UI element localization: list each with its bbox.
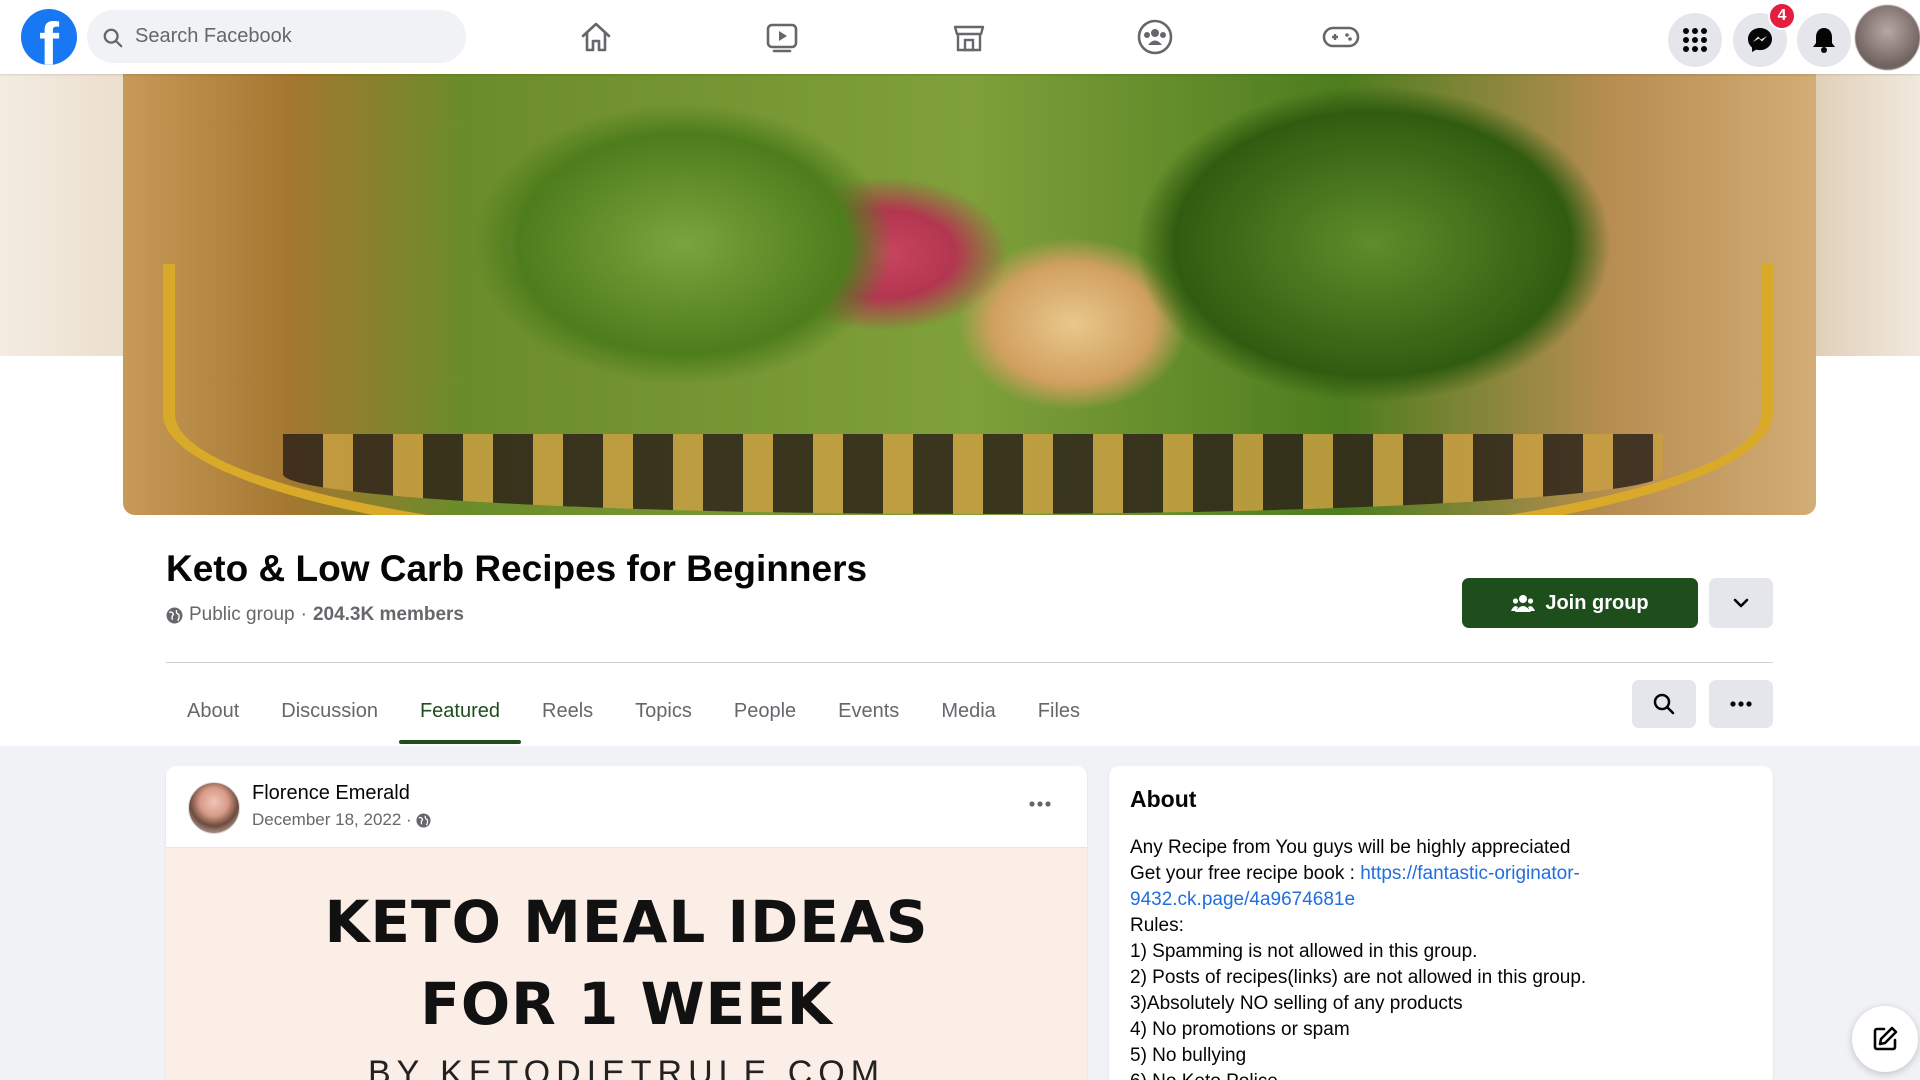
globe-icon bbox=[166, 607, 183, 623]
nav-tab-marketplace[interactable] bbox=[909, 10, 1029, 64]
tab-media[interactable]: Media bbox=[920, 676, 1016, 746]
rules-heading: Rules: bbox=[1130, 915, 1184, 936]
join-group-icon bbox=[1511, 595, 1536, 612]
search-box[interactable] bbox=[87, 10, 466, 63]
home-icon bbox=[581, 22, 611, 52]
facebook-logo[interactable]: f bbox=[21, 9, 77, 65]
post-image[interactable]: KETO MEAL IDEAS FOR 1 WEEK BY KETODIETRU… bbox=[166, 847, 1087, 1080]
rule-item: 1) Spamming is not allowed in this group… bbox=[1130, 941, 1478, 962]
about-card: About Any Recipe from You guys will be h… bbox=[1109, 766, 1773, 1080]
about-body: Any Recipe from You guys will be highly … bbox=[1130, 835, 1750, 1080]
join-group-label: Join group bbox=[1545, 591, 1649, 614]
group-privacy[interactable]: Public group bbox=[189, 604, 295, 626]
post-date: December 18, 2022 · bbox=[252, 810, 431, 830]
post-image-headline-1: KETO MEAL IDEAS bbox=[324, 888, 929, 956]
meta-separator: · bbox=[300, 604, 307, 625]
rule-item: 4) No promotions or spam bbox=[1130, 1019, 1350, 1040]
new-message-button[interactable] bbox=[1852, 1006, 1918, 1072]
rule-item: 5) No bullying bbox=[1130, 1045, 1247, 1066]
nav-tab-video[interactable] bbox=[722, 10, 842, 64]
featured-post: Florence Emerald December 18, 2022 · KET… bbox=[166, 766, 1087, 1080]
chevron-down-icon bbox=[1733, 598, 1749, 608]
group-title[interactable]: Keto & Low Carb Recipes for Beginners bbox=[166, 548, 867, 590]
tab-featured[interactable]: Featured bbox=[398, 676, 522, 746]
post-author-name[interactable]: Florence Emerald bbox=[252, 782, 410, 805]
search-icon bbox=[103, 28, 123, 48]
group-search-button[interactable] bbox=[1632, 680, 1696, 728]
join-group-button[interactable]: Join group bbox=[1462, 578, 1698, 628]
rule-item: 3)Absolutely NO selling of any products bbox=[1130, 993, 1463, 1014]
tab-people[interactable]: People bbox=[713, 676, 817, 746]
post-options-button[interactable] bbox=[1018, 782, 1062, 826]
rule-item: 2) Posts of recipes(links) are not allow… bbox=[1130, 967, 1587, 988]
tab-discussion[interactable]: Discussion bbox=[260, 676, 399, 746]
more-horizontal-icon bbox=[1029, 801, 1051, 807]
top-navigation-bar: f 4 bbox=[0, 0, 1920, 74]
cover-photo[interactable] bbox=[123, 74, 1816, 515]
more-options-dropdown[interactable] bbox=[1709, 578, 1773, 628]
post-date-text[interactable]: December 18, 2022 · bbox=[252, 810, 412, 830]
notifications-button[interactable] bbox=[1797, 13, 1851, 67]
search-icon bbox=[1653, 693, 1675, 715]
member-count[interactable]: 204.3K members bbox=[313, 604, 464, 626]
tab-files[interactable]: Files bbox=[1017, 676, 1101, 746]
messenger-icon bbox=[1748, 28, 1772, 52]
gaming-icon bbox=[1322, 26, 1360, 48]
profile-avatar[interactable] bbox=[1855, 5, 1920, 70]
tab-topics[interactable]: Topics bbox=[614, 676, 713, 746]
compose-icon bbox=[1873, 1026, 1898, 1051]
rule-item: 6) No Keto Police bbox=[1130, 1069, 1750, 1080]
post-author-avatar[interactable] bbox=[188, 782, 240, 834]
bell-icon bbox=[1813, 28, 1835, 53]
nav-tab-home[interactable] bbox=[536, 10, 656, 64]
groups-icon bbox=[1137, 19, 1173, 55]
video-icon bbox=[766, 23, 798, 53]
nav-tab-groups[interactable] bbox=[1095, 10, 1215, 64]
tab-reels[interactable]: Reels bbox=[521, 676, 614, 746]
more-horizontal-icon bbox=[1730, 701, 1752, 707]
about-recipe-book: Get your free recipe book : https://fant… bbox=[1130, 861, 1750, 913]
menu-grid-icon bbox=[1683, 28, 1707, 52]
recipe-book-label: Get your free recipe book : bbox=[1130, 863, 1361, 884]
cover-bowl-rim bbox=[163, 264, 1773, 515]
about-intro: Any Recipe from You guys will be highly … bbox=[1130, 837, 1571, 858]
about-heading: About bbox=[1130, 786, 1197, 812]
globe-icon bbox=[416, 812, 431, 828]
search-input[interactable] bbox=[135, 21, 445, 51]
header-divider bbox=[166, 662, 1773, 663]
post-image-byline: BY KETODIETRULE.COM bbox=[367, 1054, 886, 1080]
marketplace-icon bbox=[953, 25, 985, 52]
group-more-button[interactable] bbox=[1709, 680, 1773, 728]
tab-about[interactable]: About bbox=[166, 676, 260, 746]
tab-events[interactable]: Events bbox=[817, 676, 920, 746]
post-image-headline-2: FOR 1 WEEK bbox=[420, 970, 833, 1038]
group-tabs: About Discussion Featured Reels Topics P… bbox=[166, 676, 1101, 746]
nav-tab-gaming[interactable] bbox=[1281, 10, 1401, 64]
messenger-badge: 4 bbox=[1768, 2, 1796, 30]
group-meta: Public group · 204.3K members bbox=[166, 604, 464, 626]
menu-button[interactable] bbox=[1668, 13, 1722, 67]
